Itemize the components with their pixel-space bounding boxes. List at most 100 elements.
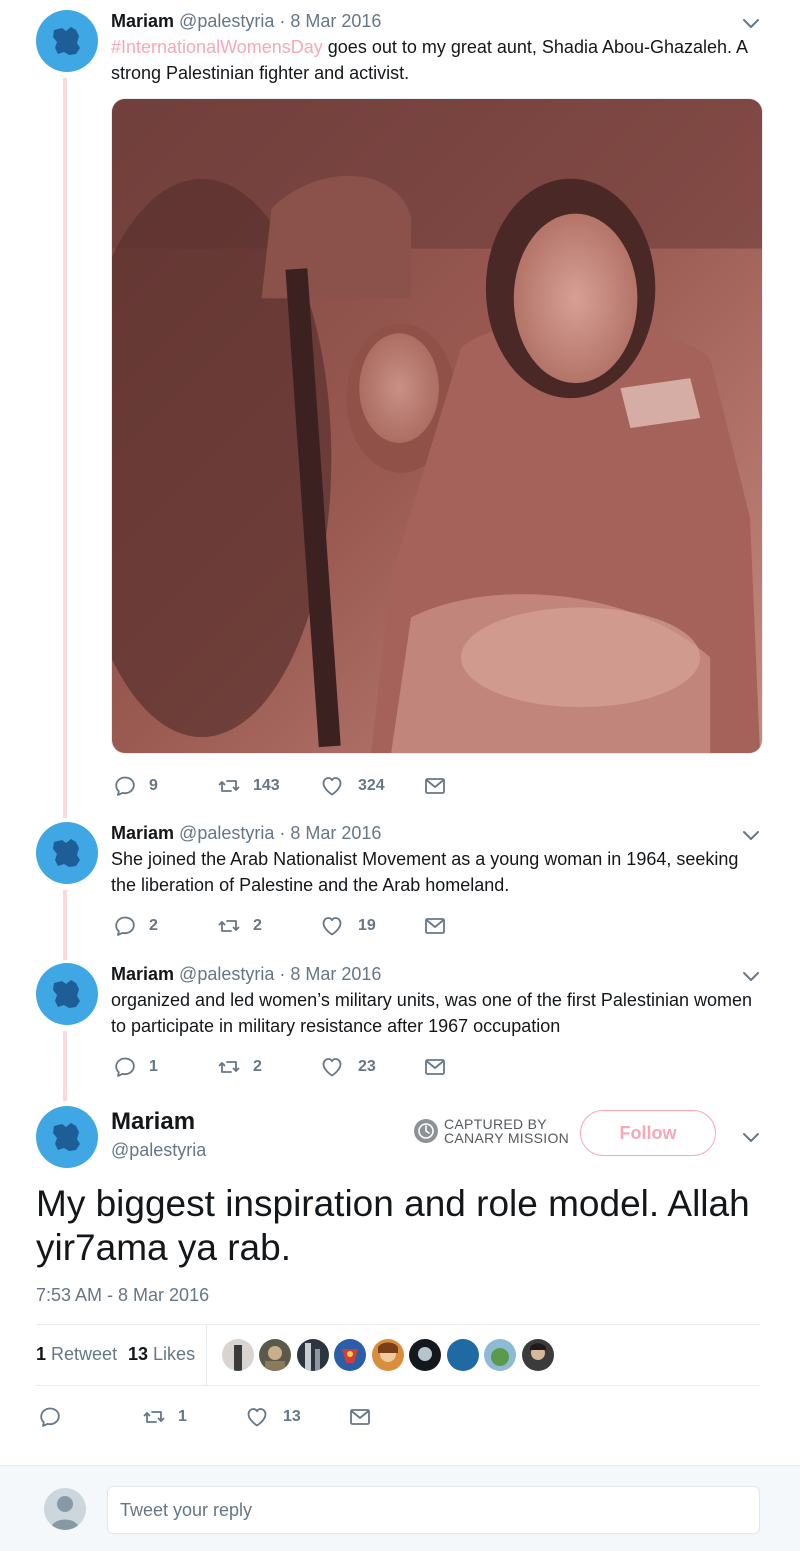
like-count: 13: [283, 1408, 301, 1425]
reply-button[interactable]: 9: [113, 774, 158, 798]
liker-avatar[interactable]: [484, 1339, 516, 1371]
tweet: Mariam @palestyria · 8 Mar 2016 She join…: [111, 822, 760, 898]
author-handle[interactable]: @palestyria: [179, 11, 274, 31]
mail-icon: [348, 1405, 372, 1429]
tweet-date[interactable]: · 8 Mar 2016: [279, 11, 381, 31]
liker-avatar[interactable]: [259, 1339, 291, 1371]
retweet-icon: [217, 1055, 241, 1079]
reply-button[interactable]: 2: [113, 914, 158, 938]
author-handle[interactable]: @palestyria: [111, 1140, 206, 1161]
liker-avatar[interactable]: [372, 1339, 404, 1371]
mail-icon: [423, 774, 447, 798]
message-button[interactable]: [423, 774, 459, 798]
liker-avatar[interactable]: [409, 1339, 441, 1371]
author-name[interactable]: Mariam: [111, 11, 174, 31]
retweet-stat-count: 1: [36, 1344, 47, 1364]
liker-avatar[interactable]: [222, 1339, 254, 1371]
author-handle[interactable]: @palestyria: [179, 823, 274, 843]
canary-logo-icon: [414, 1119, 438, 1143]
main-tweet-text: My biggest inspiration and role model. A…: [36, 1183, 750, 1268]
chevron-down-icon[interactable]: [740, 12, 762, 34]
photo-image: [112, 99, 762, 753]
tweet-photo[interactable]: [111, 98, 763, 754]
liker-avatar[interactable]: [447, 1339, 479, 1371]
retweet-icon: [217, 914, 241, 938]
tweet: Mariam @palestyria · 8 Mar 2016 organize…: [111, 963, 760, 1039]
retweets-stat[interactable]: 1 Retweet: [36, 1344, 117, 1365]
retweet-button[interactable]: 2: [217, 1055, 262, 1079]
tweet-date[interactable]: · 8 Mar 2016: [279, 964, 381, 984]
retweet-button[interactable]: 1: [142, 1405, 187, 1429]
user-avatar: [44, 1488, 86, 1530]
like-count: 324: [358, 777, 385, 794]
tweet-timestamp[interactable]: 7:53 AM - 8 Mar 2016: [36, 1285, 209, 1306]
thread-connector: [63, 1031, 67, 1101]
map-icon: [36, 822, 98, 884]
like-stat-label: Likes: [153, 1344, 196, 1364]
heart-icon: [320, 914, 344, 938]
like-button[interactable]: 23: [320, 1055, 376, 1079]
avatar[interactable]: [36, 1106, 98, 1168]
retweet-stat-label: Retweet: [51, 1344, 118, 1364]
retweet-button[interactable]: 2: [217, 914, 262, 938]
follow-button[interactable]: Follow: [580, 1110, 716, 1156]
watermark-line1: CAPTURED BY: [444, 1116, 547, 1132]
reply-icon: [113, 774, 137, 798]
chevron-down-icon[interactable]: [740, 965, 762, 987]
reply-count: 2: [149, 917, 158, 934]
divider: [36, 1324, 760, 1325]
likes-stat[interactable]: 13 Likes: [128, 1344, 195, 1365]
reply-count: 9: [149, 777, 158, 794]
reply-input[interactable]: [107, 1486, 760, 1534]
map-icon: [36, 963, 98, 1025]
chevron-down-icon[interactable]: [740, 824, 762, 846]
thread-connector: [63, 78, 67, 818]
map-icon: [36, 10, 98, 72]
tweet-date[interactable]: · 8 Mar 2016: [279, 823, 381, 843]
liker-avatar[interactable]: [522, 1339, 554, 1371]
message-button[interactable]: [348, 1405, 384, 1429]
retweet-count: 1: [178, 1408, 187, 1425]
heart-icon: [320, 1055, 344, 1079]
tweet-header: Mariam @palestyria · 8 Mar 2016: [111, 10, 760, 32]
like-button[interactable]: 13: [245, 1405, 301, 1429]
author-handle[interactable]: @palestyria: [179, 964, 274, 984]
liker-avatar[interactable]: [297, 1339, 329, 1371]
message-button[interactable]: [423, 1055, 459, 1079]
reply-button[interactable]: [38, 1405, 74, 1429]
avatar[interactable]: [36, 963, 98, 1025]
reply-button[interactable]: 1: [113, 1055, 158, 1079]
tweet: Mariam @palestyria · 8 Mar 2016 #Interna…: [111, 10, 760, 86]
retweet-count: 2: [253, 917, 262, 934]
map-icon: [36, 1106, 98, 1168]
tweet-text: organized and led women’s military units…: [111, 990, 752, 1036]
tweet-text: #InternationalWomensDay goes out to my g…: [111, 34, 760, 86]
like-stat-count: 13: [128, 1344, 149, 1364]
avatar[interactable]: [36, 822, 98, 884]
reply-count: 1: [149, 1058, 158, 1075]
reply-icon: [38, 1405, 62, 1429]
author-name[interactable]: Mariam: [111, 1108, 195, 1136]
message-button[interactable]: [423, 914, 459, 938]
author-name[interactable]: Mariam: [111, 964, 174, 984]
hashtag-link[interactable]: #InternationalWomensDay: [111, 37, 323, 57]
tweet-header: Mariam @palestyria · 8 Mar 2016: [111, 822, 760, 844]
avatar[interactable]: [36, 10, 98, 72]
divider: [206, 1325, 207, 1385]
reply-icon: [113, 1055, 137, 1079]
liker-avatar[interactable]: [334, 1339, 366, 1371]
reply-icon: [113, 914, 137, 938]
retweet-count: 143: [253, 777, 280, 794]
thread-connector: [63, 890, 67, 960]
author-name[interactable]: Mariam: [111, 823, 174, 843]
watermark: CAPTURED BY CANARY MISSION: [414, 1117, 569, 1145]
retweet-button[interactable]: 143: [217, 774, 280, 798]
like-button[interactable]: 19: [320, 914, 376, 938]
like-count: 23: [358, 1058, 376, 1075]
mail-icon: [423, 1055, 447, 1079]
chevron-down-icon[interactable]: [740, 1126, 762, 1148]
like-count: 19: [358, 917, 376, 934]
like-button[interactable]: 324: [320, 774, 385, 798]
retweet-count: 2: [253, 1058, 262, 1075]
retweet-icon: [217, 774, 241, 798]
